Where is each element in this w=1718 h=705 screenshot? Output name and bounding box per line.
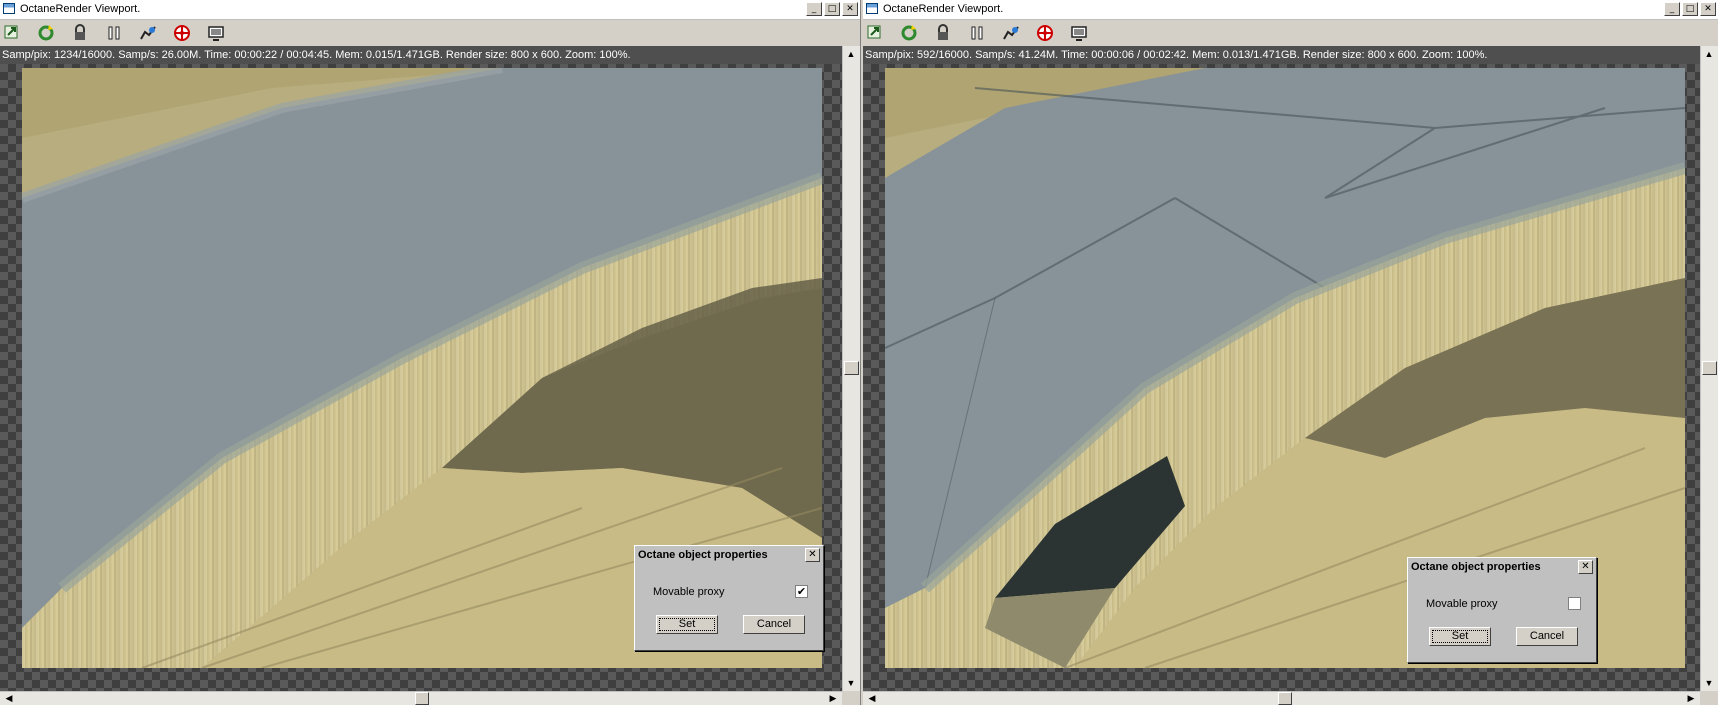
title-bar[interactable]: OctaneRender Viewport. _ □ ✕ [863,0,1718,20]
scroll-right-arrow[interactable]: ▶ [826,692,840,704]
movable-proxy-checkbox[interactable]: ✔ [795,585,808,598]
horizontal-scrollbar[interactable]: ◀ ▶ [0,691,842,705]
scroll-down-arrow[interactable]: ▼ [844,677,858,689]
scroll-down-arrow[interactable]: ▼ [1702,677,1716,689]
cancel-button[interactable]: Cancel [743,615,805,634]
minimize-button[interactable]: _ [806,2,822,16]
lock-icon[interactable] [934,24,952,42]
toolbar [863,20,1718,46]
movable-proxy-checkbox[interactable] [1568,597,1581,610]
app-icon [3,3,15,14]
set-button[interactable]: Set [656,615,718,634]
scroll-up-arrow[interactable]: ▲ [1702,48,1716,60]
right-viewport-window: OctaneRender Viewport. _ □ ✕ Samp/pix: 5… [863,0,1718,705]
monitor-icon[interactable] [1070,24,1088,42]
close-button[interactable]: ✕ [1700,2,1716,16]
graph-icon[interactable] [139,24,157,42]
object-properties-dialog: Octane object properties ✕ Movable proxy… [634,545,824,651]
dialog-title: Octane object properties [1411,561,1541,573]
movable-proxy-label: Movable proxy [1426,598,1498,610]
render-status-bar: Samp/pix: 592/16000. Samp/s: 41.24M. Tim… [863,46,1700,64]
dialog-title: Octane object properties [638,549,768,561]
dialog-close-button[interactable]: ✕ [805,548,820,562]
target-icon[interactable] [1036,24,1054,42]
vertical-scroll-thumb[interactable] [844,361,859,375]
render-status-bar: Samp/pix: 1234/16000. Samp/s: 26.00M. Ti… [0,46,842,64]
target-icon[interactable] [173,24,191,42]
cancel-button[interactable]: Cancel [1516,627,1578,646]
scroll-up-arrow[interactable]: ▲ [844,48,858,60]
title-bar[interactable]: OctaneRender Viewport. _ □ ✕ [0,0,860,20]
set-button[interactable]: Set [1429,627,1491,646]
refresh-icon[interactable] [900,24,918,42]
export-icon[interactable] [866,24,884,42]
graph-icon[interactable] [1002,24,1020,42]
vertical-scroll-thumb[interactable] [1702,361,1717,375]
scroll-left-arrow[interactable]: ◀ [2,692,16,704]
vertical-scrollbar[interactable]: ▲ ▼ [842,46,860,691]
vertical-scrollbar[interactable]: ▲ ▼ [1700,46,1718,691]
minimize-button[interactable]: _ [1664,2,1680,16]
window-title: OctaneRender Viewport. [883,3,1004,15]
left-viewport-window: OctaneRender Viewport. _ □ ✕ Samp/pix: 1… [0,0,861,705]
close-button[interactable]: ✕ [842,2,858,16]
viewport-canvas[interactable]: Octane object properties ✕ Movable proxy… [0,64,842,691]
lock-icon[interactable] [71,24,89,42]
window-title: OctaneRender Viewport. [20,3,141,15]
dialog-close-button[interactable]: ✕ [1578,560,1593,574]
app-icon [866,3,878,14]
pause-icon[interactable] [105,24,123,42]
monitor-icon[interactable] [207,24,225,42]
movable-proxy-label: Movable proxy [653,586,725,598]
pause-icon[interactable] [968,24,986,42]
object-properties-dialog: Octane object properties ✕ Movable proxy… [1407,557,1597,663]
maximize-button[interactable]: □ [1682,2,1698,16]
toolbar [0,20,860,46]
scroll-right-arrow[interactable]: ▶ [1684,692,1698,704]
scroll-left-arrow[interactable]: ◀ [865,692,879,704]
horizontal-scroll-thumb[interactable] [1278,692,1292,705]
horizontal-scroll-thumb[interactable] [415,692,429,705]
refresh-icon[interactable] [37,24,55,42]
export-icon[interactable] [3,24,21,42]
viewport-canvas[interactable]: Octane object properties ✕ Movable proxy… [863,64,1700,691]
maximize-button[interactable]: □ [824,2,840,16]
horizontal-scrollbar[interactable]: ◀ ▶ [863,691,1700,705]
